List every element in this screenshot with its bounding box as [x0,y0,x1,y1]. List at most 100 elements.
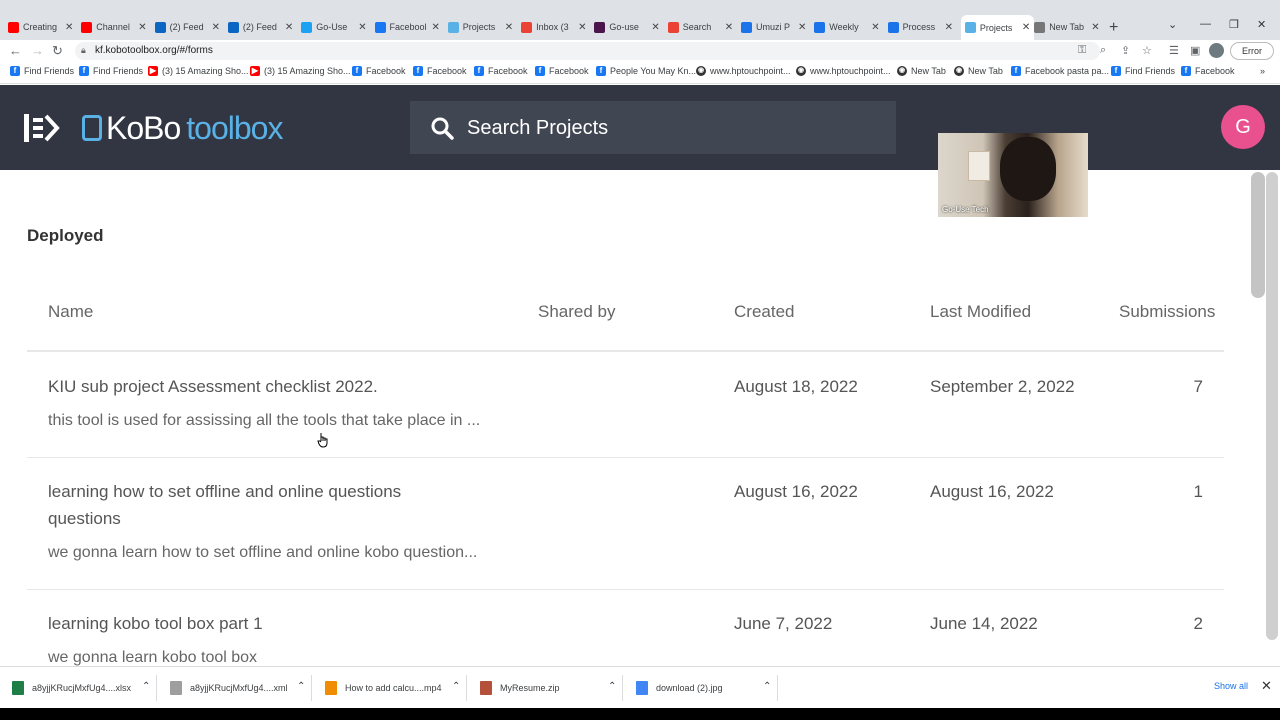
bookmark-item[interactable]: ▶ (3) 15 Amazing Sho... [250,66,351,76]
column-header-last-modified[interactable]: Last Modified [930,302,1031,322]
close-tab-icon[interactable]: ✕ [138,22,146,33]
tab-title[interactable]: Go-use [609,22,645,32]
share-icon[interactable]: ⇪ [1121,44,1130,57]
download-options-chevron-icon[interactable]: ⌃ [452,681,460,692]
tab-title[interactable]: Facebook [390,22,426,32]
close-download-shelf-icon[interactable]: ✕ [1261,678,1272,694]
close-tab-icon[interactable]: ✕ [432,22,440,33]
tab-title[interactable]: (2) Feed [243,22,279,32]
tab-title[interactable]: Channel [96,22,132,32]
search-placeholder[interactable]: Search Projects [467,117,608,140]
bookmark-item[interactable]: ▶ (3) 15 Amazing Sho... [148,66,249,76]
download-item[interactable]: download (2).jpg [636,681,723,695]
download-options-chevron-icon[interactable]: ⌃ [608,681,616,692]
download-item[interactable]: MyResume.zip [480,681,560,695]
bookmark-label[interactable]: People You May Kn... [610,66,696,76]
close-tab-icon[interactable]: ✕ [945,22,953,33]
close-tab-icon[interactable]: ✕ [285,22,293,33]
bookmark-item[interactable]: f People You May Kn... [596,66,696,76]
star-icon[interactable]: ☆ [1142,44,1152,57]
bookmark-label[interactable]: Find Friends [24,66,74,76]
bookmark-label[interactable]: www.hptouchpoint... [710,66,791,76]
browser-tab[interactable]: Projects ✕ [960,15,1035,40]
browser-tab[interactable]: (2) Feed ✕ [227,17,293,37]
bookmark-item[interactable]: f Facebook [474,66,528,76]
user-avatar[interactable]: G [1221,105,1265,149]
bookmark-item[interactable]: f Facebook [413,66,467,76]
browser-tab[interactable]: (2) Feed ✕ [154,17,220,37]
bookmark-label[interactable]: Facebook [427,66,467,76]
kobotoolbox-logo[interactable]: KoBo toolbox [82,108,283,148]
bookmark-label[interactable]: www.hptouchpoint... [810,66,891,76]
back-icon[interactable]: ← [9,43,22,58]
key-icon[interactable]: ⚿ [1078,44,1086,57]
browser-tab[interactable]: Search ✕ [667,17,733,37]
close-tab-icon[interactable]: ✕ [798,22,806,33]
bookmark-label[interactable]: Facebook [1195,66,1235,76]
download-options-chevron-icon[interactable]: ⌃ [142,681,150,692]
tab-title[interactable]: Go-Use [316,22,352,32]
close-tab-icon[interactable]: ✕ [725,22,733,33]
menu-toggle-icon[interactable] [24,112,60,144]
browser-tab[interactable]: Projects ✕ [447,17,513,37]
project-name[interactable]: KIU sub project Assessment checklist 202… [48,377,378,397]
show-all-downloads-link[interactable]: Show all [1214,681,1248,691]
tab-title[interactable]: Umuzi P [756,22,792,32]
download-filename[interactable]: download (2).jpg [656,683,723,693]
close-tab-icon[interactable]: ✕ [651,22,659,33]
download-options-chevron-icon[interactable]: ⌃ [297,681,305,692]
tab-title[interactable]: Creating [23,22,59,32]
project-name[interactable]: learning kobo tool box part 1 [48,614,263,634]
download-filename[interactable]: MyResume.zip [500,683,560,693]
column-header-shared-by[interactable]: Shared by [538,302,616,322]
more-bookmarks-icon[interactable]: » [1260,66,1265,76]
download-filename[interactable]: a8yjjKRucjMxfUg4....xlsx [32,683,131,693]
download-item[interactable]: a8yjjKRucjMxfUg4....xlsx [12,681,131,695]
url-text[interactable]: kf.kobotoolbox.org/#/forms [95,45,213,56]
profile-avatar[interactable] [1209,43,1224,58]
close-tab-icon[interactable]: ✕ [358,22,366,33]
download-filename[interactable]: How to add calcu....mp4 [345,683,442,693]
forward-icon[interactable]: → [31,43,44,58]
bookmark-label[interactable]: (3) 15 Amazing Sho... [162,66,249,76]
browser-tab[interactable]: Channel ✕ [81,17,147,37]
tab-title[interactable]: Search [683,22,719,32]
close-window-icon[interactable]: ✕ [1257,18,1266,31]
bookmark-item[interactable]: f Facebook [1181,66,1235,76]
bookmark-item[interactable]: f Facebook pasta pa... [1011,66,1109,76]
browser-tab[interactable]: Weekly ✕ [814,17,880,37]
bookmark-label[interactable]: Find Friends [93,66,143,76]
bookmark-label[interactable]: Find Friends [1125,66,1175,76]
tab-title[interactable]: Projects [463,22,499,32]
error-button[interactable]: Error [1230,42,1274,60]
browser-tab[interactable]: Umuzi P ✕ [741,17,806,37]
browser-tab[interactable]: Go-use ✕ [594,17,660,37]
column-header-name[interactable]: Name [48,302,93,322]
search-projects-box[interactable]: Search Projects [410,101,896,154]
bookmark-item[interactable]: f Find Friends [79,66,143,76]
project-name-line1[interactable]: learning how to set offline and online q… [48,482,401,502]
browser-tab[interactable]: Process ✕ [887,17,953,37]
maximize-icon[interactable]: ❐ [1229,18,1239,31]
page-scrollbar[interactable] [1266,172,1278,640]
tab-title[interactable]: (2) Feed [170,22,206,32]
bookmark-item[interactable]: f Facebook [535,66,589,76]
browser-tab[interactable]: Go-Use ✕ [301,17,367,37]
side-panel-icon[interactable]: ▣ [1190,44,1200,57]
browser-tab[interactable]: New Tab ✕ [1034,17,1100,37]
download-item[interactable]: a8yjjKRucjMxfUg4....xml [170,681,288,695]
zoom-icon[interactable]: ⌕ [1100,44,1106,57]
browser-tab[interactable]: Creating ✕ [8,17,73,37]
bookmark-label[interactable]: Facebook [488,66,528,76]
browser-tab[interactable]: Facebook ✕ [374,17,440,37]
close-tab-icon[interactable]: ✕ [871,22,879,33]
bookmark-label[interactable]: New Tab [911,66,946,76]
address-bar[interactable]: 🔒︎ kf.kobotoolbox.org/#/forms [75,42,1100,60]
tab-search-icon[interactable]: ⌄ [1168,18,1177,31]
bookmark-label[interactable]: Facebook [549,66,589,76]
download-item[interactable]: How to add calcu....mp4 [325,681,442,695]
list-scrollbar-thumb[interactable] [1251,172,1265,298]
tab-title[interactable]: Projects [980,23,1016,33]
close-tab-icon[interactable]: ✕ [578,22,586,33]
bookmark-item[interactable]: f Facebook [352,66,406,76]
